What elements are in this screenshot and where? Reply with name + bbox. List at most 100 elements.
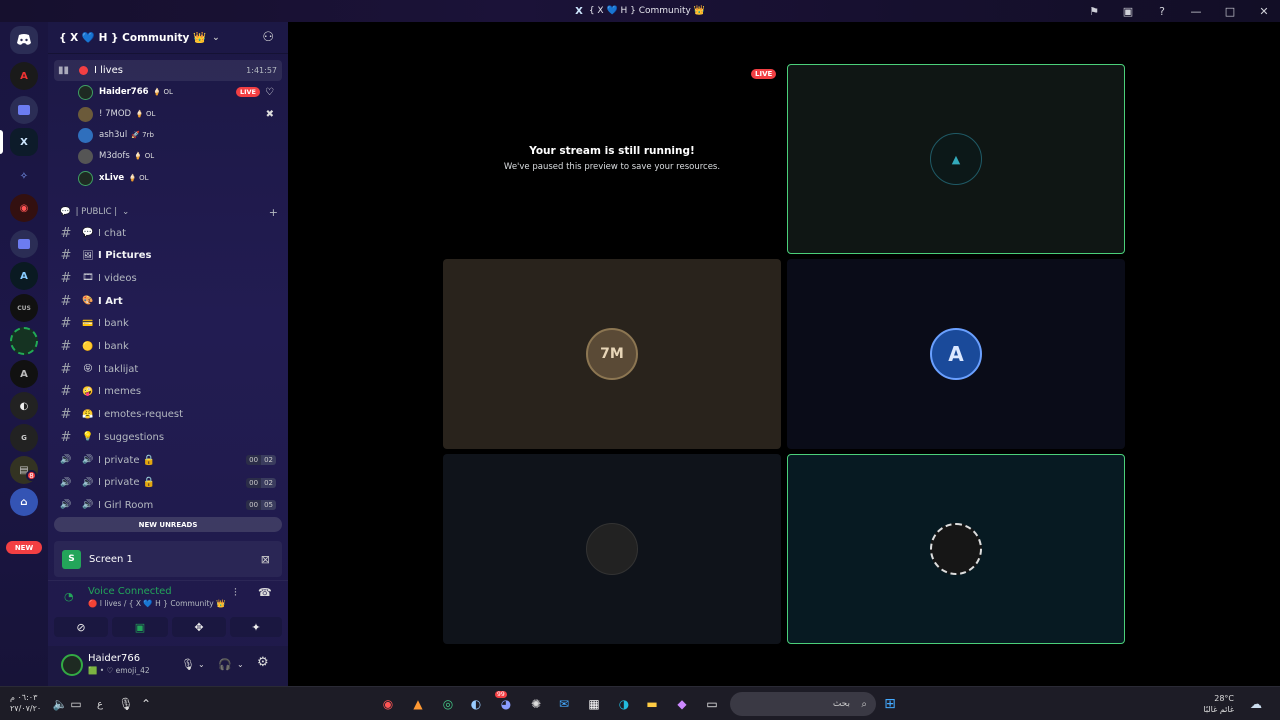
close-button[interactable]: ✕ — [1256, 5, 1272, 18]
network-icon[interactable]: ▭ — [68, 696, 84, 712]
channel-name: I videos — [98, 272, 137, 284]
edge-icon[interactable]: ◑ — [616, 696, 632, 712]
text-channel[interactable]: # 💬 I chat — [54, 223, 282, 243]
screen-share-panel[interactable]: S Screen 1 ⊠ — [54, 541, 282, 577]
maximize-button[interactable]: □ — [1222, 5, 1238, 18]
participant-tile[interactable]: 7M — [443, 259, 781, 449]
text-channel[interactable]: # 🎞 I videos — [54, 268, 282, 288]
server-icon-home[interactable]: ⌂ — [10, 488, 38, 516]
stop-share-icon[interactable]: ⊠ — [261, 553, 270, 566]
server-icon-a3[interactable]: A — [10, 360, 38, 388]
weather-widget[interactable]: 28°C غائم غالبًا — [1203, 693, 1234, 715]
server-icon-red[interactable]: ◉ — [10, 194, 38, 222]
text-channel[interactable]: # 💡 I suggestions — [54, 427, 282, 447]
voice-user-name: xLive — [99, 173, 125, 183]
server-icon-games[interactable]: G — [10, 424, 38, 452]
folder-icon-2[interactable] — [10, 230, 38, 258]
noise-suppression-icon[interactable]: ⫶ — [234, 586, 237, 600]
microphone-icon[interactable]: 🎙 — [118, 696, 134, 712]
voice-channel[interactable]: 🔊 🔊 I private 🔒 00 02 — [54, 450, 282, 470]
heart-icon: ♡ — [265, 86, 274, 98]
mail-icon[interactable]: ✉ — [556, 696, 572, 712]
text-channel[interactable]: # 🤪 I memes — [54, 382, 282, 402]
voice-user[interactable]: ash3ul 🚀 7rb — [78, 125, 278, 145]
folder-icon[interactable]: ▬ — [644, 696, 660, 712]
window-icon[interactable]: ▭ — [704, 696, 720, 712]
new-unreads-pill[interactable]: NEW — [6, 541, 42, 554]
new-unreads-bar[interactable]: NEW UNREADS — [54, 517, 282, 532]
server-icon-xh[interactable]: X — [10, 128, 38, 156]
text-channel[interactable]: # 😝 I taklijat — [54, 359, 282, 379]
discord-icon[interactable]: ◕ — [498, 696, 514, 712]
activities-button[interactable]: ✥ — [172, 617, 226, 637]
hashtag-icon: # — [60, 248, 72, 264]
voice-user[interactable]: ! 7MOD 🍦 OL ✖ — [78, 104, 278, 124]
category-public[interactable]: 💬 | PUBLIC | ⌄ + — [60, 206, 278, 219]
text-channel[interactable]: # 💳 I bank — [54, 314, 282, 334]
clock[interactable]: ٠٦:٠٣ م ٢٧/٠٧/٢٠ — [10, 692, 41, 714]
server-icon-a2[interactable]: A — [10, 262, 38, 290]
text-channel[interactable]: # 🖼 I Pictures — [54, 246, 282, 266]
app-logo-icon: X — [575, 5, 583, 17]
discord-home-icon[interactable] — [10, 26, 38, 54]
chevron-down-icon[interactable]: ⌄ — [198, 660, 205, 669]
add-channel-icon[interactable]: + — [269, 206, 278, 219]
server-icon-wolf[interactable]: ✧ — [10, 162, 38, 190]
inbox-icon[interactable]: ⚑ — [1086, 5, 1102, 18]
screen-share-button[interactable]: ▣ — [112, 617, 168, 637]
avatar[interactable] — [61, 654, 83, 676]
app-icon-vlc[interactable]: ▲ — [410, 696, 426, 712]
user-limit: 02 — [261, 455, 276, 465]
server-list: A X ✧ ◉ A CUS A ◐ G ▤ 8 ⌂ NEW — [0, 22, 48, 686]
screen-icon[interactable]: ▣ — [1120, 5, 1136, 18]
speaker-icon: 🔊 — [60, 477, 72, 488]
server-icon-sound[interactable]: ◐ — [10, 392, 38, 420]
folder-icon[interactable] — [10, 96, 38, 124]
speaker-icon[interactable]: 🔈 — [52, 696, 68, 712]
chevron-down-icon[interactable]: ⌄ — [237, 660, 244, 669]
chevron-up-icon[interactable]: ⌃ — [138, 696, 154, 712]
participant-tile[interactable] — [443, 454, 781, 644]
speaker-icon: 🔊 — [60, 455, 72, 465]
server-icon-green[interactable] — [10, 327, 38, 355]
settings-icon[interactable]: ✺ — [528, 696, 544, 712]
participant-tile[interactable]: A — [787, 259, 1125, 449]
user-panel-name[interactable]: Haider766 — [88, 653, 140, 664]
voice-channel[interactable]: 🔊 🔊 I private 🔒 00 02 — [54, 473, 282, 493]
text-channel[interactable]: # 🟡 I bank — [54, 337, 282, 357]
help-icon[interactable]: ? — [1154, 5, 1170, 18]
voice-channel[interactable]: 🔊 🔊 I Girl Room 00 05 — [54, 495, 282, 515]
add-user-icon[interactable]: ⚇ — [262, 30, 274, 45]
voice-channel-lives[interactable]: ▮▮ I lives 1:41:57 — [54, 60, 282, 81]
microphone-icon[interactable]: 🎙 — [181, 658, 195, 671]
headphones-icon[interactable]: 🎧 — [218, 658, 232, 671]
store-icon[interactable]: ▦ — [586, 696, 602, 712]
search-icon: ⌕ — [861, 698, 867, 710]
search-input[interactable]: بحث ⌕ — [730, 692, 876, 716]
weather-label: غائم غالبًا — [1203, 705, 1234, 714]
app-icon-red[interactable]: ◉ — [380, 696, 396, 712]
gear-icon[interactable]: ⚙ — [257, 655, 269, 670]
participant-tile[interactable]: ▲ — [787, 64, 1125, 254]
steam-icon[interactable]: ◐ — [468, 696, 484, 712]
chrome-icon[interactable]: ◎ — [440, 696, 456, 712]
server-header[interactable]: { X 💙 H } Community 👑 ⌄ ⚇ — [48, 22, 288, 54]
minimize-button[interactable]: — — [1188, 5, 1204, 18]
camera-off-button[interactable]: ⊘ — [54, 617, 108, 637]
disconnect-icon[interactable]: ☎ — [258, 586, 272, 599]
text-channel[interactable]: # 🎨 I Art — [54, 291, 282, 311]
server-icon-a[interactable]: A — [10, 62, 38, 90]
signal-icon[interactable]: ◔ — [64, 590, 74, 603]
m365-icon[interactable]: ◆ — [674, 696, 690, 712]
voice-connected-subtitle[interactable]: 🔴 I lives / { X 💙 H } Community 👑 — [88, 599, 225, 608]
soundboard-button[interactable]: ✦ — [230, 617, 282, 637]
text-channel[interactable]: # 😤 I emotes-request — [54, 405, 282, 425]
voice-user[interactable]: xLive 🍦 OL — [78, 168, 278, 188]
voice-user[interactable]: Haider766 🍦 OL LIVE ♡ — [78, 82, 278, 102]
start-icon[interactable]: ⊞ — [882, 696, 898, 712]
server-icon-customs[interactable]: CUS — [10, 294, 38, 322]
participant-tile[interactable] — [787, 454, 1125, 644]
voice-connected-title[interactable]: Voice Connected — [88, 586, 172, 597]
language-indicator[interactable]: ع — [92, 696, 108, 712]
voice-user[interactable]: M3dofs 🍦 OL — [78, 146, 278, 166]
